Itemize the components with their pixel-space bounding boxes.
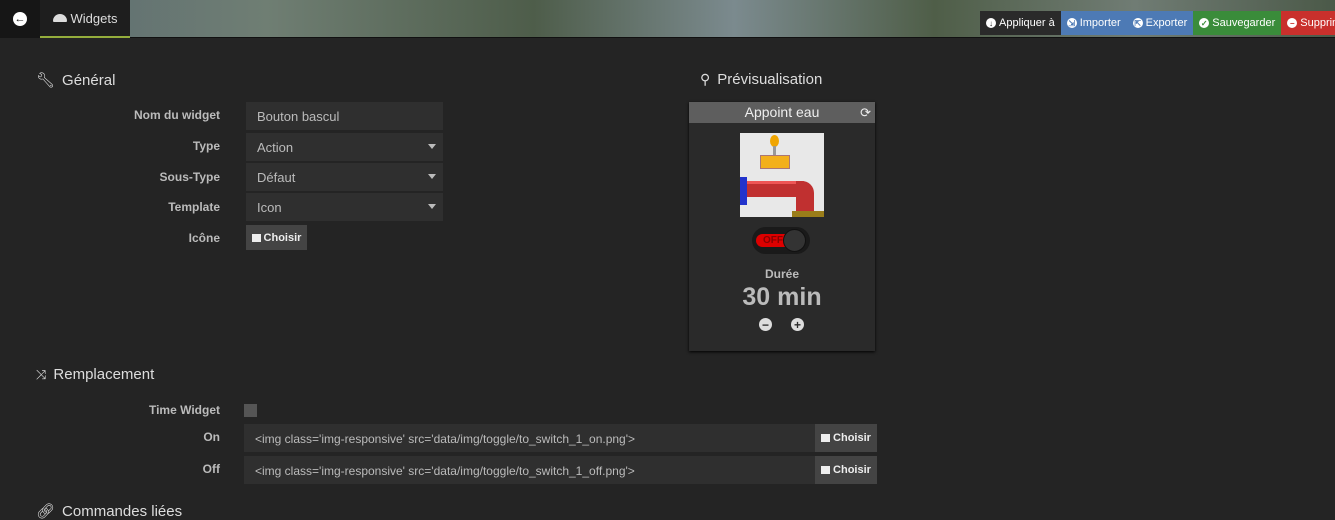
toggle-switch[interactable]: OFF xyxy=(752,227,810,254)
refresh-icon[interactable]: ⟳ xyxy=(860,102,871,123)
action-button-appliquer-[interactable]: ↓ Appliquer à xyxy=(980,11,1061,35)
label-type: Type xyxy=(192,139,220,153)
label-icon: Icône xyxy=(188,231,220,245)
shuffle-icon: ⤨ xyxy=(36,366,47,382)
arrow-left-icon: ← xyxy=(13,12,27,26)
flag-icon xyxy=(251,233,261,242)
valve-image xyxy=(740,133,824,217)
time-widget-checkbox[interactable] xyxy=(244,404,257,417)
off-image-input[interactable]: <img class='img-responsive' src='data/im… xyxy=(244,456,815,484)
file-export-icon: ⇱ xyxy=(1132,18,1143,28)
search-icon: ⚲ xyxy=(700,71,711,87)
check-circle-icon: ✓ xyxy=(1199,18,1210,28)
label-on: On xyxy=(203,430,220,444)
file-import-icon: ⇲ xyxy=(1066,18,1077,28)
widget-preview-card: Appoint eau ⟳ OFF Durée 30 min − + xyxy=(689,102,875,351)
dashboard-icon xyxy=(52,14,67,22)
label-off: Off xyxy=(202,462,220,476)
flag-icon xyxy=(821,466,831,474)
subtype-select[interactable]: Défaut xyxy=(246,163,443,191)
label-template: Template xyxy=(168,200,220,214)
label-widget-name: Nom du widget xyxy=(134,108,220,122)
section-replacement: ⤨ Remplacement xyxy=(36,366,155,383)
tab-widgets[interactable]: Widgets xyxy=(40,0,130,38)
back-button[interactable]: ← xyxy=(0,0,40,38)
plus-circle-icon[interactable]: + xyxy=(791,318,804,331)
choose-off-button[interactable]: Choisir xyxy=(815,456,877,484)
arrow-circle-down-icon: ↓ xyxy=(986,18,997,28)
section-general: 🔧︎ Général xyxy=(36,71,116,90)
choose-on-button[interactable]: Choisir xyxy=(815,424,877,452)
action-button-exporter[interactable]: ⇱ Exporter xyxy=(1126,11,1194,35)
action-buttons: ↓ Appliquer à ⇲ Importer ⇱ Exporter ✓ Sauvegard… xyxy=(980,11,1335,35)
label-subtype: Sous-Type xyxy=(159,170,220,184)
caret-down-icon xyxy=(428,204,436,209)
action-button-importer[interactable]: ⇲ Importer xyxy=(1060,11,1127,35)
template-select[interactable]: Icon xyxy=(246,193,443,221)
section-linked-commands: 🔗︎ Commandes liées xyxy=(36,502,183,520)
label-time-widget: Time Widget xyxy=(148,403,220,417)
duration-value: 30 min xyxy=(742,283,822,311)
section-preview: ⚲ Prévisualisation xyxy=(700,71,823,88)
minus-circle-icon: − xyxy=(1287,18,1298,28)
caret-down-icon xyxy=(428,144,436,149)
link-icon: 🔗︎ xyxy=(36,503,56,520)
minus-circle-icon[interactable]: − xyxy=(759,318,772,331)
duration-label: Durée xyxy=(764,267,799,281)
widget-name-input[interactable]: Bouton bascul xyxy=(246,102,443,130)
wrench-icon: 🔧︎ xyxy=(36,72,56,89)
top-bar: ← Widgets ↓ Appliquer à ⇲ Importer ⇱ Exporter… xyxy=(0,0,1335,38)
widget-preview-header: Appoint eau ⟳ xyxy=(689,102,875,123)
choose-icon-button[interactable]: Choisir xyxy=(246,225,307,250)
flag-icon xyxy=(821,434,831,442)
caret-down-icon xyxy=(428,174,436,179)
action-button-sauvegarder[interactable]: ✓ Sauvegarder xyxy=(1193,11,1282,35)
type-select[interactable]: Action xyxy=(246,133,443,161)
on-image-input[interactable]: <img class='img-responsive' src='data/im… xyxy=(244,424,815,452)
action-button-supprimer[interactable]: −Supprimer xyxy=(1281,11,1335,35)
